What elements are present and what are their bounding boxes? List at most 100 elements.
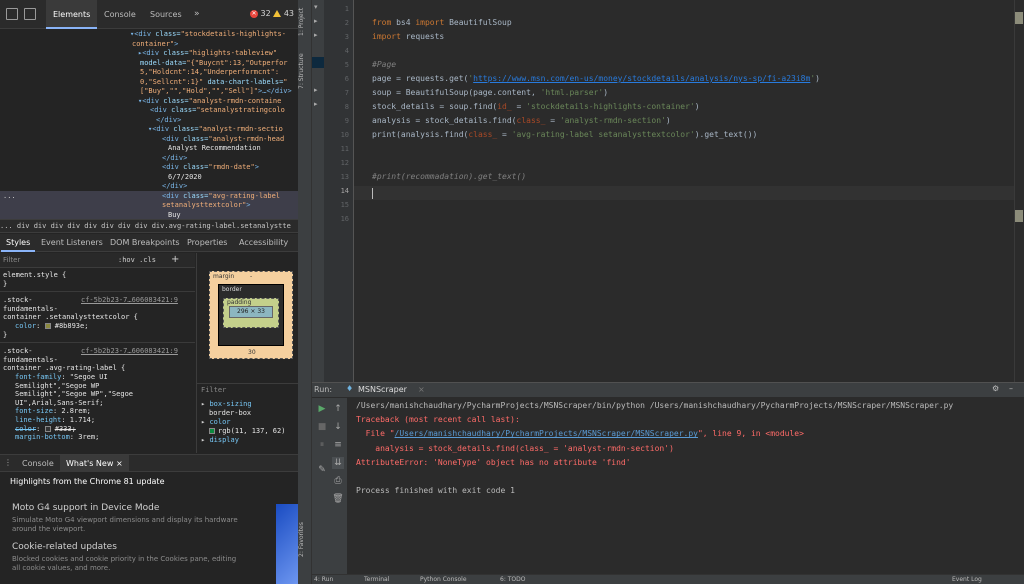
- style-line[interactable]: container .avg-rating-label {: [3, 364, 125, 373]
- tree-expand-icon[interactable]: ▸: [314, 31, 318, 39]
- computed-pane[interactable]: Filter ▸ box-sizing border-box ▸ color rgb(…: [196, 383, 298, 453]
- traceback-file-link[interactable]: /Users/manishchaudhary/PycharmProjects/M…: [395, 429, 698, 438]
- scroll-marker[interactable]: [1015, 210, 1023, 222]
- dom-tree[interactable]: ▾<div class="stockdetails-highlights-con…: [0, 29, 298, 219]
- whats-new-item-heading[interactable]: Moto G4 support in Device Mode: [12, 503, 159, 513]
- structure-tool-button[interactable]: 7: Structure: [298, 44, 312, 98]
- stop-icon[interactable]: ■: [316, 421, 328, 433]
- whats-new-item-heading[interactable]: Cookie-related updates: [12, 542, 117, 552]
- style-line[interactable]: }: [3, 280, 7, 289]
- computed-line[interactable]: ▸ color: [201, 418, 231, 427]
- code-line[interactable]: #Page: [372, 58, 396, 72]
- drawer-tab-whats-new[interactable]: What's New ×: [60, 455, 129, 472]
- stylesheet-link[interactable]: cf-5b2b23-7…606083421:9: [81, 347, 178, 356]
- tree-expand-icon[interactable]: ▸: [314, 100, 318, 108]
- more-tabs-button[interactable]: »: [194, 0, 200, 29]
- box-model-margin[interactable]: margin - 30 border padding 296 × 33: [209, 271, 293, 359]
- computed-line[interactable]: ▸ display: [201, 436, 239, 445]
- code-line[interactable]: stock_details = soup.find(id_ = 'stockde…: [372, 100, 700, 114]
- tree-expand-icon[interactable]: ▾: [314, 3, 318, 11]
- subtab-styles[interactable]: Styles: [1, 234, 36, 252]
- scroll-to-end-icon[interactable]: ⇊: [332, 457, 344, 469]
- dom-node-line[interactable]: Buy: [0, 209, 298, 219]
- add-rule-button[interactable]: +: [171, 253, 179, 267]
- print-icon[interactable]: ⎙: [332, 475, 344, 487]
- bottom-tab[interactable]: 6: TODO: [500, 576, 525, 583]
- code-line[interactable]: import requests: [372, 30, 444, 44]
- computed-filter-input[interactable]: Filter: [201, 386, 226, 395]
- style-line[interactable]: line-height: 1.714;: [15, 416, 95, 425]
- device-toolbar-icon[interactable]: [24, 8, 36, 20]
- hov-cls-toggle[interactable]: :hov .cls: [118, 255, 156, 266]
- css-property[interactable]: font-family: [15, 373, 61, 381]
- css-value[interactable]: 2.8rem;: [61, 407, 91, 415]
- style-line[interactable]: UI",Arial,Sans-Serif;: [15, 399, 104, 408]
- style-line[interactable]: Semilight","Segoe WP","Segoe: [15, 390, 133, 399]
- bottom-tab[interactable]: Python Console: [420, 576, 467, 583]
- run-config-tab[interactable]: MSNScraper: [358, 385, 407, 394]
- css-property[interactable]: margin-bottom: [15, 433, 70, 441]
- project-tool-button[interactable]: 1: Project: [298, 2, 312, 42]
- box-model-border[interactable]: border padding 296 × 33: [218, 284, 284, 346]
- editor-scrollbar[interactable]: [1014, 0, 1024, 382]
- drawer-tab-console[interactable]: Console: [16, 455, 60, 472]
- css-value[interactable]: #8b893e;: [55, 322, 89, 330]
- pause-icon[interactable]: ⏸: [316, 439, 328, 451]
- style-line[interactable]: Semilight","Segoe WP: [15, 382, 99, 391]
- soft-wrap-icon[interactable]: ≡: [332, 439, 344, 451]
- style-line[interactable]: color: #8b893e;: [15, 322, 88, 331]
- styles-pane[interactable]: element.style {} .stock-cf-5b2b23-7…60608…: [0, 269, 195, 453]
- code-line[interactable]: page = requests.get('https://www.msn.com…: [372, 72, 820, 86]
- style-line[interactable]: color: #333;: [15, 425, 76, 434]
- computed-line[interactable]: ▸ box-sizing: [201, 400, 252, 409]
- box-model-padding[interactable]: padding 296 × 33: [223, 298, 279, 328]
- code-token[interactable]: https://www.msn.com/en-us/money/stockdet…: [473, 74, 810, 83]
- minimize-icon[interactable]: –: [1009, 384, 1013, 393]
- code-line[interactable]: #print(recommadation).get_text(): [372, 170, 526, 184]
- css-property[interactable]: font-size: [15, 407, 53, 415]
- scroll-down-icon[interactable]: ↓: [332, 421, 344, 433]
- subtab-properties[interactable]: Properties: [182, 234, 232, 252]
- style-line[interactable]: element.style {: [3, 271, 66, 280]
- bottom-tab[interactable]: Terminal: [364, 576, 389, 583]
- stylesheet-link[interactable]: cf-5b2b23-7…606083421:9: [81, 296, 178, 305]
- bottom-tab[interactable]: Event Log: [952, 576, 982, 583]
- box-model-content-size[interactable]: 296 × 33: [229, 306, 273, 318]
- css-value[interactable]: 3rem;: [78, 433, 99, 441]
- computed-line[interactable]: border-box: [209, 409, 251, 418]
- favorites-tool-button[interactable]: 2: Favorites: [298, 512, 312, 568]
- tab-elements[interactable]: Elements: [46, 0, 98, 29]
- close-icon[interactable]: ×: [116, 459, 123, 468]
- subtab-dom-breakpoints[interactable]: DOM Breakpoints: [105, 234, 185, 252]
- css-value[interactable]: 1.714;: [70, 416, 95, 424]
- style-line[interactable]: font-family: "Segoe UI: [15, 373, 108, 382]
- style-line[interactable]: .stock-cf-5b2b23-7…606083421:9: [3, 347, 178, 356]
- style-line[interactable]: fundamentals-: [3, 356, 58, 365]
- style-line[interactable]: fundamentals-: [3, 305, 58, 314]
- code-line[interactable]: analysis = stock_details.find(class_ = '…: [372, 114, 671, 128]
- scroll-up-icon[interactable]: ↑: [332, 403, 344, 415]
- bottom-tab[interactable]: 4: Run: [314, 576, 333, 583]
- code-line[interactable]: print(analysis.find(class_ = 'avg-rating…: [372, 128, 757, 142]
- dom-breadcrumb[interactable]: ... div div div div div div div div div.…: [0, 219, 298, 233]
- style-line[interactable]: margin-bottom: 3rem;: [15, 433, 99, 442]
- error-count-badge[interactable]: ✕ 32 43: [250, 9, 294, 18]
- css-property[interactable]: color: [15, 425, 36, 433]
- rerun-icon[interactable]: ▶: [316, 403, 328, 415]
- gear-icon[interactable]: ⚙: [992, 384, 999, 393]
- style-line[interactable]: container .setanalysttextcolor {: [3, 313, 138, 322]
- tab-console[interactable]: Console: [97, 0, 143, 29]
- tree-expand-icon[interactable]: ▸: [314, 17, 318, 25]
- styles-filter-input[interactable]: Filter: [3, 255, 111, 266]
- inspect-element-icon[interactable]: [6, 8, 18, 20]
- code-editor[interactable]: from bs4 import BeautifulSoup import requ…: [354, 0, 1014, 382]
- tab-sources[interactable]: Sources: [143, 0, 189, 29]
- code-line[interactable]: soup = BeautifulSoup(page.content, 'html…: [372, 86, 608, 100]
- scroll-marker[interactable]: [1015, 12, 1023, 24]
- style-line[interactable]: font-size: 2.8rem;: [15, 407, 91, 416]
- pin-tab-icon[interactable]: ✎: [316, 464, 328, 476]
- computed-line[interactable]: rgb(11, 137, 62): [209, 427, 285, 436]
- drawer-menu-icon[interactable]: ⋮: [4, 458, 12, 467]
- subtab-event-listeners[interactable]: Event Listeners: [36, 234, 108, 252]
- close-icon[interactable]: ×: [418, 385, 425, 394]
